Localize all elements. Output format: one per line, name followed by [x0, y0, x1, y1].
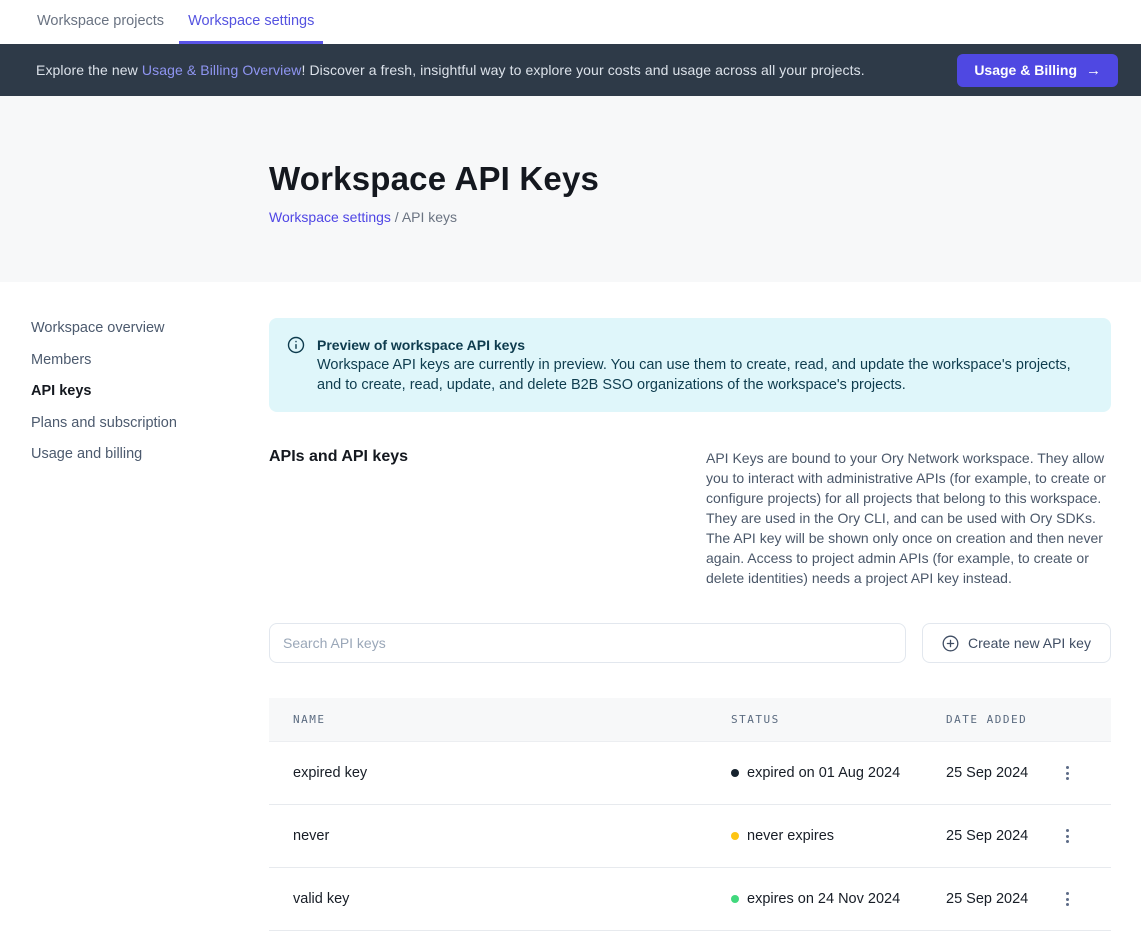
table-header-row: NAME STATUS DATE ADDED	[269, 698, 1111, 742]
table-row: expired key expired on 01 Aug 2024 25 Se…	[269, 742, 1111, 805]
callout-title: Preview of workspace API keys	[317, 335, 1087, 355]
usage-billing-button[interactable]: Usage & Billing →	[957, 54, 1118, 87]
sidebar-item-plans-and-subscription[interactable]: Plans and subscription	[31, 416, 269, 431]
api-key-name: valid key	[293, 891, 731, 907]
column-header-name: NAME	[293, 713, 731, 726]
tab-workspace-settings[interactable]: Workspace settings	[179, 0, 323, 44]
content-area: Workspace overview Members API keys Plan…	[0, 282, 1141, 931]
create-api-key-label: Create new API key	[968, 635, 1091, 651]
arrow-right-icon: →	[1086, 62, 1101, 79]
sidebar-item-usage-and-billing[interactable]: Usage and billing	[31, 447, 269, 462]
api-key-date-added: 25 Sep 2024	[946, 891, 1047, 907]
kebab-menu-icon[interactable]	[1062, 762, 1073, 784]
sidebar-item-members[interactable]: Members	[31, 353, 269, 368]
status-text: expires on 24 Nov 2024	[747, 891, 900, 907]
announcement-banner: Explore the new Usage & Billing Overview…	[0, 44, 1141, 96]
api-key-status: expired on 01 Aug 2024	[731, 765, 946, 781]
api-key-name: never	[293, 828, 731, 844]
api-key-date-added: 25 Sep 2024	[946, 765, 1047, 781]
page-title: Workspace API Keys	[269, 160, 1141, 198]
api-key-status: expires on 24 Nov 2024	[731, 891, 946, 907]
breadcrumb: Workspace settings / API keys	[269, 209, 1141, 225]
page-header: Workspace API Keys Workspace settings / …	[0, 96, 1141, 282]
column-header-date-added: DATE ADDED	[946, 713, 1047, 726]
create-api-key-button[interactable]: Create new API key	[922, 623, 1111, 663]
banner-text-after: ! Discover a fresh, insightful way to ex…	[301, 62, 864, 78]
banner-text-before: Explore the new	[36, 62, 142, 78]
section-description: API Keys are bound to your Ory Network w…	[706, 448, 1111, 588]
usage-billing-button-label: Usage & Billing	[974, 62, 1077, 78]
api-key-date-added: 25 Sep 2024	[946, 828, 1047, 844]
table-row: valid key expires on 24 Nov 2024 25 Sep …	[269, 868, 1111, 931]
status-dot-never-expires	[731, 832, 739, 840]
api-keys-table: NAME STATUS DATE ADDED expired key expir…	[269, 698, 1111, 931]
main-panel: Preview of workspace API keys Workspace …	[269, 282, 1111, 931]
status-text: expired on 01 Aug 2024	[747, 765, 900, 781]
api-key-status: never expires	[731, 828, 946, 844]
api-keys-section-header: APIs and API keys API Keys are bound to …	[269, 448, 1111, 588]
sidebar-item-api-keys[interactable]: API keys	[31, 384, 269, 399]
status-text: never expires	[747, 828, 834, 844]
api-key-name: expired key	[293, 765, 731, 781]
section-heading: APIs and API keys	[269, 448, 706, 588]
breadcrumb-current: API keys	[402, 209, 457, 225]
breadcrumb-separator: /	[391, 209, 402, 225]
info-icon	[287, 336, 305, 395]
usage-billing-overview-link[interactable]: Usage & Billing Overview	[142, 62, 302, 78]
plus-circle-icon	[942, 635, 959, 652]
preview-info-callout: Preview of workspace API keys Workspace …	[269, 318, 1111, 412]
search-input[interactable]	[269, 623, 906, 663]
column-header-status: STATUS	[731, 713, 946, 726]
api-keys-toolbar: Create new API key	[269, 623, 1111, 663]
banner-message: Explore the new Usage & Billing Overview…	[36, 62, 865, 78]
status-dot-expired	[731, 769, 739, 777]
tab-workspace-projects[interactable]: Workspace projects	[28, 0, 173, 44]
status-dot-valid	[731, 895, 739, 903]
table-row: never never expires 25 Sep 2024	[269, 805, 1111, 868]
kebab-menu-icon[interactable]	[1062, 888, 1073, 910]
callout-body: Workspace API keys are currently in prev…	[317, 355, 1087, 395]
sidebar-item-workspace-overview[interactable]: Workspace overview	[31, 321, 269, 336]
kebab-menu-icon[interactable]	[1062, 825, 1073, 847]
breadcrumb-workspace-settings[interactable]: Workspace settings	[269, 209, 391, 225]
settings-sidebar: Workspace overview Members API keys Plan…	[0, 282, 269, 931]
callout-content: Preview of workspace API keys Workspace …	[317, 335, 1087, 395]
top-navigation: Workspace projects Workspace settings	[0, 0, 1141, 44]
